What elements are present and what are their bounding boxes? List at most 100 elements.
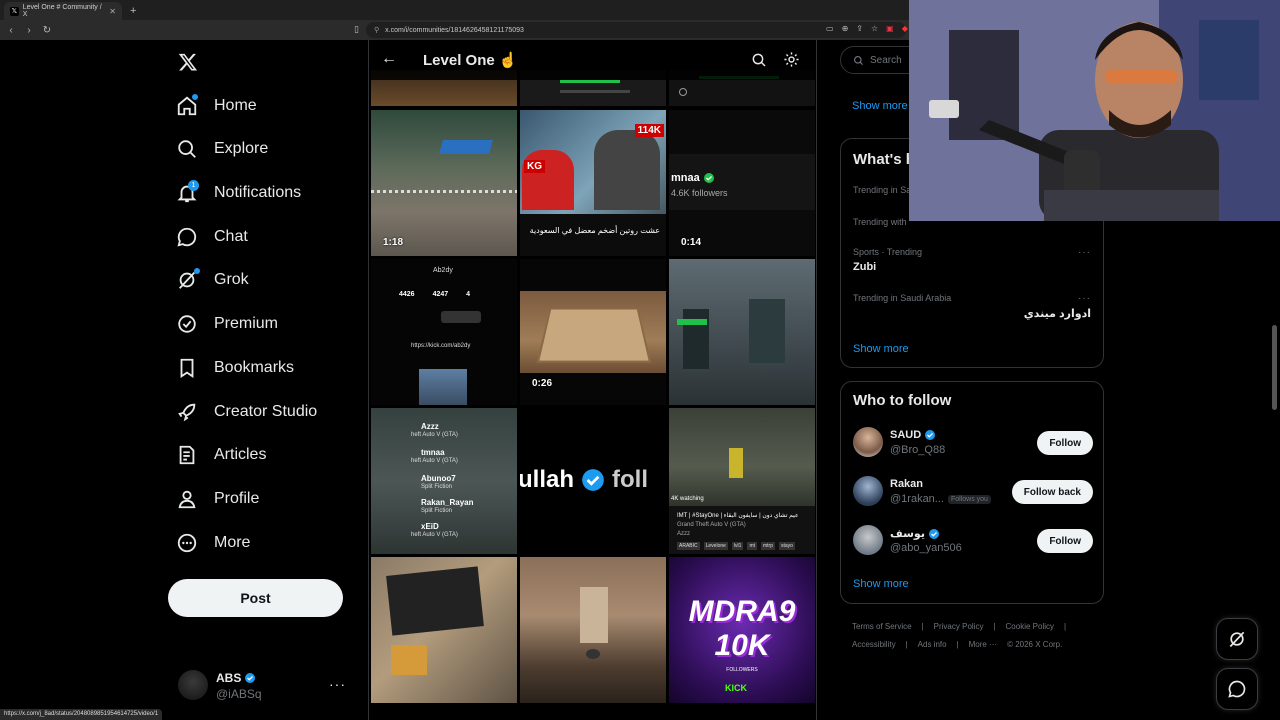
community-media-grid: ← Level One ☝️ 1:18 KG 114K عشت روتين أض…: [368, 40, 817, 720]
follow-suggestion[interactable]: SAUD @Bro_Q88 Follow: [853, 427, 1093, 461]
footer-sep: |: [956, 640, 959, 649]
nav-more[interactable]: More: [176, 529, 250, 557]
share-icon[interactable]: ⇪: [856, 24, 863, 33]
more-icon: [177, 533, 197, 553]
media-tile-video[interactable]: 1:18: [371, 110, 517, 256]
footer-copyright: © 2026 X Corp.: [1007, 640, 1063, 649]
video-duration: 1:18: [383, 237, 404, 248]
media-tile[interactable]: [520, 557, 666, 703]
media-tile[interactable]: [669, 259, 815, 405]
nav-bookmarks-label: Bookmarks: [214, 359, 295, 376]
profile-tile-link: https://kick.com/ab2dy: [411, 343, 471, 349]
back-arrow-icon[interactable]: ‹: [4, 25, 18, 36]
show-more-link[interactable]: Show more: [853, 578, 909, 590]
nav-premium[interactable]: Premium: [176, 310, 278, 338]
footer-sep: |: [1064, 622, 1067, 631]
nav-creator-studio[interactable]: Creator Studio: [176, 398, 317, 426]
chat-fab-button[interactable]: [1216, 668, 1258, 710]
trend-more-icon[interactable]: ···: [1078, 247, 1091, 258]
forward-arrow-icon[interactable]: ›: [22, 25, 36, 36]
nav-articles[interactable]: Articles: [176, 441, 266, 469]
mdra-title: MDRA9: [688, 595, 796, 628]
show-more-link[interactable]: Show more: [853, 343, 909, 355]
post-button[interactable]: Post: [168, 579, 343, 617]
list-name: Rakan_Rayan: [421, 498, 474, 507]
star-icon[interactable]: ☆: [871, 24, 878, 33]
address-bar[interactable]: ⚲ x.com/i/communities/181462645812117509…: [366, 22, 906, 38]
media-tile-video[interactable]: KG 114K عشت روتين أضخم معضل في السعودية: [520, 110, 666, 256]
followers-tile-name-row: mnaa: [671, 172, 715, 184]
video-duration: 0:26: [532, 378, 553, 389]
grok-unread-dot: [194, 268, 200, 274]
browser-tab[interactable]: 𝕏 Level One # Community / X ✕: [4, 2, 122, 20]
video-duration: 0:14: [681, 237, 702, 248]
cast-icon[interactable]: ▭: [826, 24, 834, 33]
followers-tile-name: mnaa: [671, 172, 700, 184]
home-unread-dot: [192, 94, 198, 100]
verified-badge-icon: [925, 430, 936, 440]
follow-suggestion[interactable]: يوسف @abo_yan506 Follow: [853, 525, 1093, 559]
extension-icon[interactable]: ▣: [886, 24, 894, 33]
zoom-icon[interactable]: ⊕: [842, 24, 849, 33]
suggestion-handle: @1rakan...: [890, 493, 944, 505]
follow-button[interactable]: Follow: [1037, 529, 1093, 553]
footer-sep: |: [921, 622, 924, 631]
nav-explore-label: Explore: [214, 140, 269, 157]
back-arrow-icon[interactable]: ←: [381, 50, 397, 68]
suggestion-handle-row: @1rakan... Follows you: [890, 493, 991, 505]
nav-profile[interactable]: Profile: [176, 485, 259, 513]
media-tile[interactable]: [371, 557, 517, 703]
footer-more[interactable]: More ···: [969, 640, 997, 649]
stream-user: Azzz: [677, 531, 691, 537]
nav-bookmarks[interactable]: Bookmarks: [176, 354, 294, 382]
trend-name[interactable]: ادوارد ميندي: [1024, 307, 1091, 320]
page-scrollbar[interactable]: [1272, 325, 1277, 410]
footer-accessibility[interactable]: Accessibility: [852, 640, 896, 649]
account-switcher[interactable]: ABS @iABSq ···: [178, 670, 358, 704]
new-tab-icon[interactable]: +: [130, 5, 136, 17]
footer-privacy[interactable]: Privacy Policy: [934, 622, 984, 631]
x-logo-icon[interactable]: [178, 52, 198, 72]
community-header: ← Level One ☝️: [369, 40, 816, 80]
follow-button[interactable]: Follow: [1037, 431, 1093, 455]
rocket-icon: [178, 403, 196, 422]
media-tile[interactable]: MDRA9 10K FOLLOWERS KICK: [669, 557, 815, 703]
media-tile-video[interactable]: mnaa 4.6K followers 0:14: [669, 110, 815, 256]
account-name-row: ABS: [216, 671, 256, 685]
nav-home[interactable]: Home: [176, 92, 257, 120]
gym-tag-count: 114K: [634, 124, 664, 137]
follow-suggestion[interactable]: Rakan @1rakan... Follows you Follow back: [853, 476, 1093, 510]
suggestion-handle: @abo_yan506: [890, 542, 962, 554]
media-tile[interactable]: Ab2dy 4426 4247 4 https://kick.com/ab2dy: [371, 259, 517, 405]
extension2-icon[interactable]: ◆: [902, 24, 908, 33]
media-tile[interactable]: 4K watching IMT | #StayOne | عيم تشاي دو…: [669, 408, 815, 554]
account-more-icon[interactable]: ···: [329, 676, 346, 692]
search-icon[interactable]: [751, 52, 767, 68]
nav-explore[interactable]: Explore: [176, 135, 268, 163]
webcam-illustration: [909, 0, 1280, 221]
close-tab-icon[interactable]: ✕: [109, 7, 116, 16]
footer-terms[interactable]: Terms of Service: [852, 622, 912, 631]
grok-icon: [1229, 631, 1245, 648]
trend-more-icon[interactable]: ···: [1078, 293, 1091, 304]
list-game: heft Auto V (GTA): [411, 532, 458, 538]
media-tile[interactable]: ullah foll: [520, 408, 666, 554]
nav-grok[interactable]: Grok: [176, 266, 249, 294]
bookmark-star-icon[interactable]: ▯: [354, 24, 359, 35]
footer-ads[interactable]: Ads info: [918, 640, 947, 649]
media-tile[interactable]: Azzz heft Auto V (GTA) tmnaa heft Auto V…: [371, 408, 517, 554]
media-tile-video[interactable]: 0:26: [520, 259, 666, 405]
show-more-link[interactable]: Show more: [852, 100, 908, 112]
follow-back-button[interactable]: Follow back: [1011, 480, 1093, 504]
trend-name[interactable]: Zubi: [853, 261, 876, 273]
site-info-icon[interactable]: ⚲: [374, 26, 379, 34]
grok-fab-button[interactable]: [1216, 618, 1258, 660]
footer-cookie[interactable]: Cookie Policy: [1006, 622, 1054, 631]
avatar: [853, 427, 883, 457]
verified-badge-icon: [928, 528, 939, 539]
stream-tag: lvl1: [731, 542, 744, 550]
account-handle: @iABSq: [216, 687, 262, 701]
nav-chat[interactable]: Chat: [176, 223, 248, 251]
reload-icon[interactable]: ↻: [40, 25, 54, 36]
gear-icon[interactable]: [783, 51, 800, 68]
